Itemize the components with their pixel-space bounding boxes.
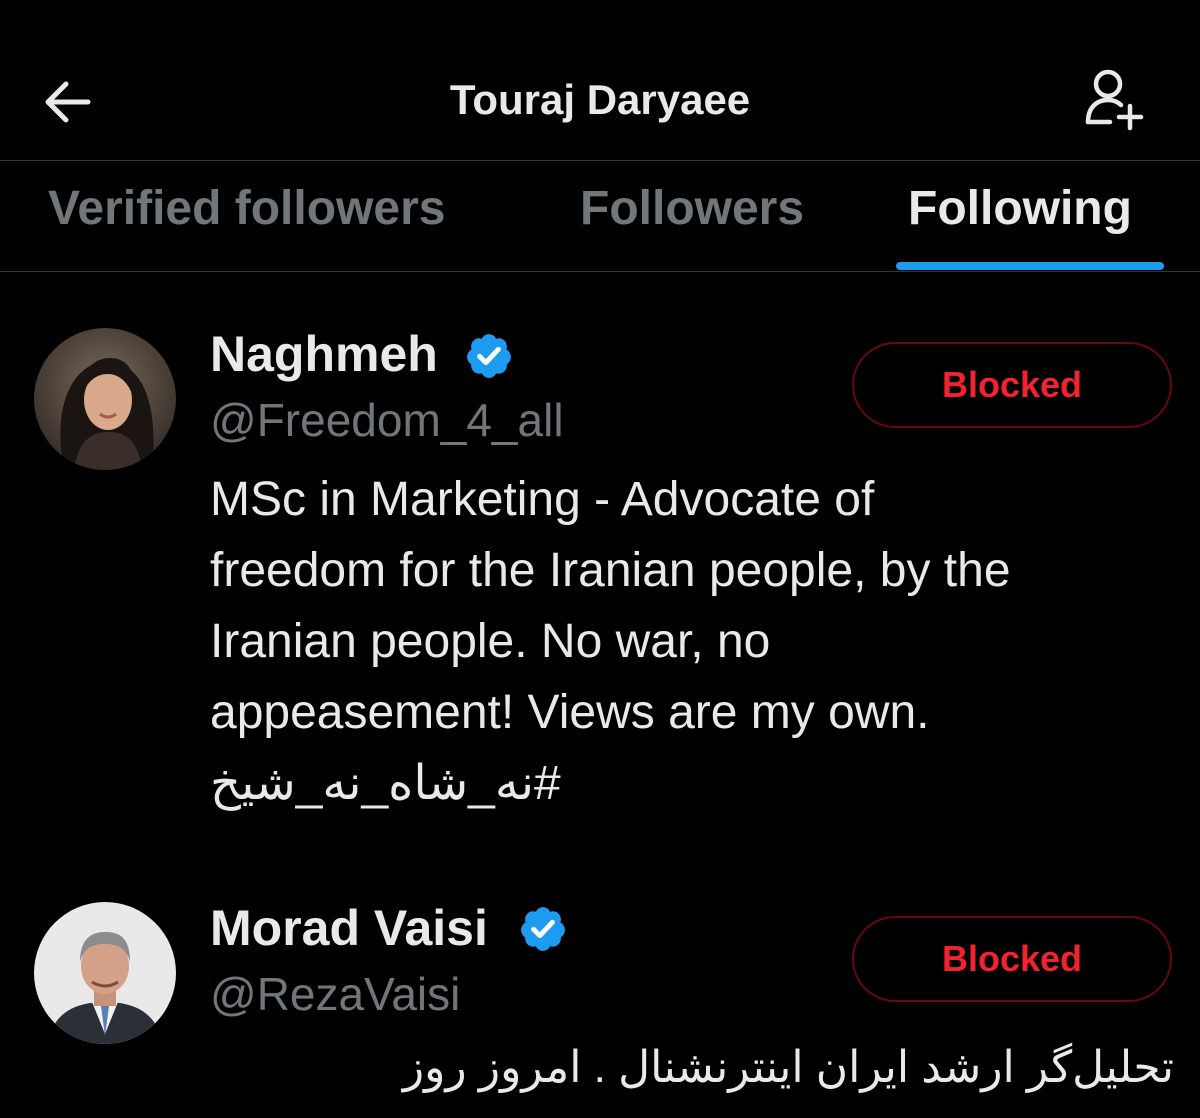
blocked-button[interactable]: Blocked (852, 916, 1172, 1002)
display-name[interactable]: Naghmeh (210, 324, 438, 384)
user-cell[interactable]: Morad Vaisi @RezaVaisi Blocked تحلیل‌گر … (0, 880, 1200, 1118)
bio-line: MSc in Marketing - Advocate of (210, 473, 875, 526)
user-handle: @Freedom_4_all (210, 394, 564, 446)
bio-line: freedom for the Iranian people, by the (210, 544, 1011, 597)
bio-line: Iranian people. No war, no (210, 615, 771, 668)
user-handle: @RezaVaisi (210, 968, 461, 1020)
display-name[interactable]: Morad Vaisi (210, 898, 488, 958)
blocked-button[interactable]: Blocked (852, 342, 1172, 428)
user-bio: MSc in Marketing - Advocate of freedom f… (210, 464, 1150, 819)
user-cell[interactable]: Naghmeh @Freedom_4_all Blocked MSc in Ma… (0, 0, 1200, 880)
verified-badge-icon (521, 907, 565, 951)
bio-line: appeasement! Views are my own. (210, 686, 930, 739)
user-bio: تحلیل‌گر ارشد ایران اینترنشنال . امروز ر… (402, 1043, 1174, 1092)
verified-badge-icon (467, 334, 511, 378)
avatar[interactable] (34, 328, 176, 470)
avatar[interactable] (34, 902, 176, 1044)
bio-hashtag-link[interactable]: #نه_شاه_نه_شیخ (210, 748, 600, 819)
